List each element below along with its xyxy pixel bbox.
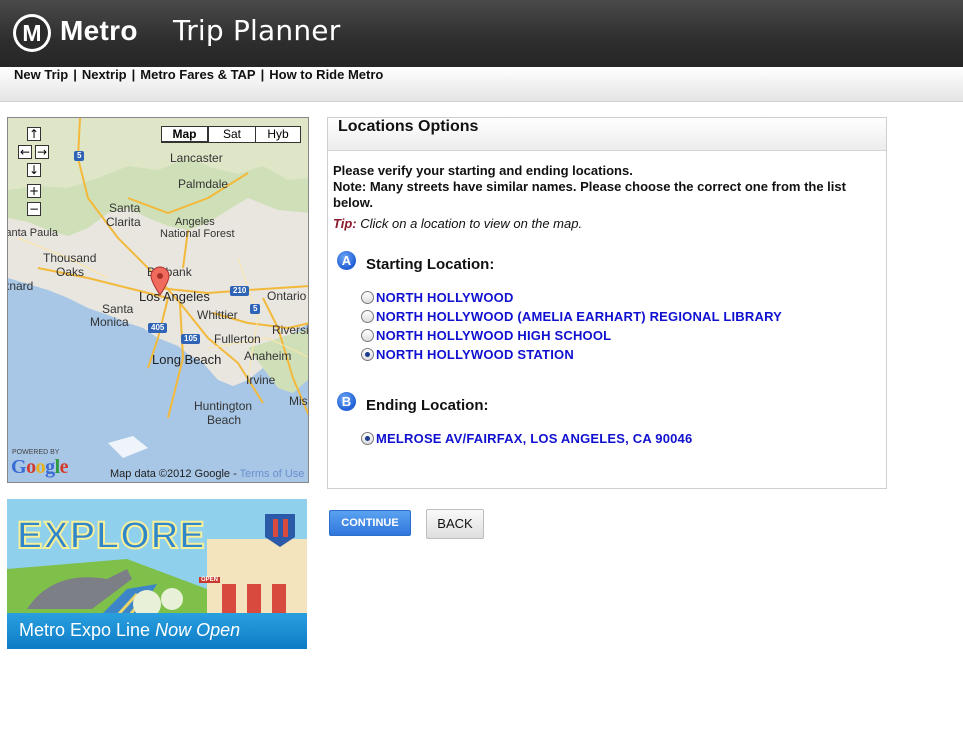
powered-by-label: POWERED BY	[12, 449, 60, 456]
start-option[interactable]: NORTH HOLLYWOOD STATION	[361, 346, 574, 362]
map-type-sat-button[interactable]: Sat	[208, 126, 256, 143]
map-label: National Forest	[160, 228, 235, 240]
pan-left-icon[interactable]: ←	[18, 145, 32, 159]
map-label: Oxnard	[8, 279, 34, 293]
map-label: Santa	[109, 201, 141, 215]
banner-caption: Metro Expo Line Now Open	[19, 620, 240, 641]
nav-separator: |	[73, 67, 77, 82]
end-option-radio[interactable]	[361, 431, 374, 445]
map-type-hyb-button[interactable]: Hyb	[255, 126, 301, 143]
banner-now-open: Now Open	[155, 620, 241, 640]
nav-nextrip[interactable]: Nextrip	[82, 67, 127, 82]
tip-text: Tip: Click on a location to view on the …	[333, 216, 582, 231]
map-label: Fullerton	[214, 332, 261, 346]
metro-logo-icon[interactable]: M	[13, 14, 51, 52]
highway-shield: 5	[250, 304, 261, 314]
locations-panel: Locations Options Please verify your sta…	[327, 117, 887, 489]
continue-button[interactable]: CONTINUE	[329, 510, 411, 536]
back-button[interactable]: BACK	[426, 509, 484, 539]
nav-separator: |	[131, 67, 136, 82]
start-option-radio[interactable]	[361, 328, 374, 342]
highway-shield: 210	[230, 286, 250, 296]
map-type-map-button[interactable]: Map	[161, 126, 209, 143]
map-label: Ontario	[267, 289, 307, 303]
location-pin-icon[interactable]	[150, 266, 170, 296]
end-marker-icon: B	[337, 392, 356, 411]
logo-letter: M	[16, 17, 48, 49]
start-option[interactable]: NORTH HOLLYWOOD HIGH SCHOOL	[361, 327, 611, 343]
map-label: Mission	[289, 394, 308, 408]
map-label: Irvine	[246, 373, 276, 387]
ending-location-heading: Ending Location:	[366, 397, 489, 414]
end-option-label[interactable]: MELROSE AV/FAIRFAX, LOS ANGELES, CA 9004…	[376, 431, 692, 446]
map-label: Clarita	[106, 215, 141, 229]
map-label: Huntington	[194, 399, 253, 413]
nav-new-trip[interactable]: New Trip	[14, 67, 68, 82]
google-logo[interactable]: Google	[11, 456, 69, 479]
map-label: Santa Paula	[8, 227, 58, 239]
map-attribution: Map data ©2012 Google - Terms of Use	[110, 468, 304, 480]
highway-shield: 105	[181, 334, 201, 344]
start-option-radio[interactable]	[361, 290, 374, 304]
start-option-radio[interactable]	[361, 347, 374, 361]
page-title: Trip Planner	[173, 14, 341, 47]
highway-shield: 405	[148, 323, 168, 333]
start-option-label[interactable]: NORTH HOLLYWOOD HIGH SCHOOL	[376, 328, 611, 343]
app-header: M Metro Trip Planner	[0, 0, 963, 67]
map-label: Whittier	[197, 308, 238, 322]
zoom-in-icon[interactable]: +	[27, 184, 41, 198]
nav-separator: |	[260, 67, 265, 82]
nav-how-to-ride[interactable]: How to Ride Metro	[269, 67, 383, 82]
top-nav: New Trip | Nextrip | Metro Fares & TAP | How t…	[0, 67, 963, 102]
google-map[interactable]: Map Sat Hyb ↑ ← → ↓ + − Lancaster Palmda…	[7, 117, 309, 483]
map-label: Riverside	[272, 323, 309, 337]
map-label: Palmdale	[178, 177, 229, 191]
map-label: Long Beach	[152, 352, 222, 367]
map-label: Thousand	[43, 251, 97, 265]
map-label: Oaks	[56, 265, 85, 279]
banner-line: Metro Expo Line	[19, 620, 151, 640]
brand-name[interactable]: Metro	[60, 15, 138, 47]
start-option-radio[interactable]	[361, 309, 374, 323]
pan-up-icon[interactable]: ↑	[27, 127, 41, 141]
banner-sign: OPEN	[199, 577, 221, 583]
instructions-line-1: Please verify your starting and ending l…	[333, 163, 633, 178]
start-option[interactable]: NORTH HOLLYWOOD (AMELIA EARHART) REGIONA…	[361, 308, 782, 324]
banner-headline: EXPLORE	[16, 514, 206, 558]
attribution-text: Map data ©2012 Google -	[110, 468, 240, 480]
start-option[interactable]: NORTH HOLLYWOOD	[361, 289, 514, 305]
map-label: Anaheim	[244, 349, 292, 363]
pan-right-icon[interactable]: →	[35, 145, 49, 159]
start-option-label[interactable]: NORTH HOLLYWOOD STATION	[376, 347, 574, 362]
end-option[interactable]: MELROSE AV/FAIRFAX, LOS ANGELES, CA 9004…	[361, 430, 692, 446]
highway-shield: 5	[74, 151, 85, 161]
starting-location-heading: Starting Location:	[366, 256, 495, 273]
tip-body: Click on a location to view on the map.	[360, 216, 583, 231]
tip-label: Tip:	[333, 216, 357, 231]
map-label: Lancaster	[170, 151, 223, 165]
instructions: Please verify your starting and ending l…	[333, 163, 873, 211]
map-label: Monica	[90, 315, 129, 329]
nav-fares-tap[interactable]: Metro Fares & TAP	[140, 67, 255, 82]
terms-of-use-link[interactable]: Terms of Use	[240, 468, 305, 480]
map-label: Beach	[207, 413, 242, 427]
start-marker-icon: A	[337, 251, 356, 270]
start-option-label[interactable]: NORTH HOLLYWOOD	[376, 290, 514, 305]
expo-line-banner[interactable]: EXPLORE OPEN Metro Expo Line Now Open	[7, 499, 307, 649]
instructions-line-2: Note: Many streets have similar names. P…	[333, 179, 846, 210]
map-label: Angeles	[175, 216, 215, 228]
map-label: Santa	[102, 302, 134, 316]
pan-down-icon[interactable]: ↓	[27, 163, 41, 177]
zoom-out-icon[interactable]: −	[27, 202, 41, 216]
start-option-label[interactable]: NORTH HOLLYWOOD (AMELIA EARHART) REGIONA…	[376, 309, 782, 324]
panel-title: Locations Options	[328, 118, 886, 151]
